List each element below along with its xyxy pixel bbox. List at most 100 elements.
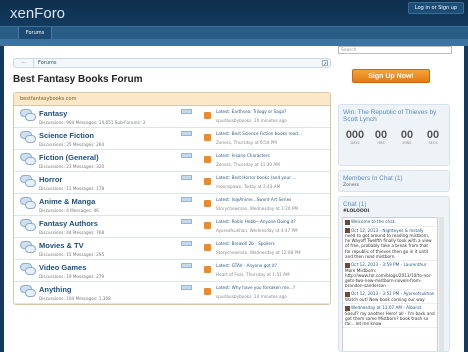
forum-row: Movies & TV Discussions: 15 Messages: 295… — [14, 238, 330, 260]
breadcrumb-forums[interactable]: Forums — [38, 59, 56, 67]
chat-message: Welcome to the chat. — [343, 218, 437, 227]
countdown-block: Win: The Republic of Thieves by Scott Ly… — [338, 104, 450, 166]
chat-message-body: need to get around to reading mistborn, … — [345, 233, 432, 259]
forum-stats: Discussions: 25 Messages: 264 — [39, 142, 105, 147]
new-posts-icon[interactable] — [181, 109, 192, 114]
jump-to-icon[interactable]: ↗ — [322, 60, 328, 66]
forum-bubbles-icon — [20, 131, 36, 143]
chat-message: Wednesday at 11:07 AM - Albarat Sasuf? my… — [343, 304, 437, 329]
chat-message-body: Watch out! New book coming our way — [345, 296, 425, 302]
forum-bubbles-icon — [20, 285, 36, 297]
latest-thread-link[interactable]: Latest: Best Horror books (and your ... — [216, 175, 328, 180]
latest-thread-link[interactable]: Latest: Robin Hobb—Anyone Doing it? — [216, 219, 328, 224]
user-avatar-icon[interactable] — [345, 305, 350, 311]
breadcrumb: ... Forums ↗ — [13, 58, 331, 68]
rss-icon[interactable] — [204, 112, 211, 119]
rss-icon[interactable] — [204, 266, 211, 273]
members-in-chat-block: Members In Chat (1) Zoness — [338, 170, 450, 192]
countdown-hours: 00 HRS — [374, 129, 388, 145]
countdown-minutes: 00 MINS — [400, 129, 414, 145]
forum-stats: Discussions: 904 Messages: 14,651 Sub-Fo… — [39, 120, 146, 125]
forum-stats: Discussions: 23 Messages: 320 — [39, 164, 105, 169]
forum-row: Fantasy Discussions: 904 Messages: 14,651… — [14, 106, 330, 128]
forum-bubbles-icon — [20, 241, 36, 253]
forum-title-link[interactable]: Anything — [39, 285, 72, 294]
latest-thread-link[interactable]: Latest: Breakill 2b - Spoilers — [216, 241, 328, 246]
latest-thread-meta: spurlbusbybooks, 14 minutes ago — [216, 294, 287, 299]
tab-forums[interactable]: Forums — [18, 27, 52, 39]
forum-row: Anything Discussions: 104 Messages: 1,308… — [14, 282, 330, 304]
page-content: ... Forums ↗ Best Fantasy Books Forum be… — [4, 46, 464, 352]
new-posts-icon[interactable] — [181, 153, 192, 158]
forum-stats: Discussions: 4 Messages: 46 — [39, 208, 99, 213]
user-avatar-icon[interactable] — [345, 262, 350, 268]
latest-thread-link[interactable]: Latest: Insane Characters — [216, 153, 328, 158]
latest-thread-meta: Ayoreofsukhan, Wednesday at 4:47 PM — [216, 228, 298, 233]
latest-thread-meta: Storychewman, Wednesday at 1:20 PM — [216, 206, 298, 211]
forum-title-link[interactable]: Fiction (General) — [39, 153, 99, 162]
forum-bubbles-icon — [20, 153, 36, 165]
chat-messages[interactable]: Welcome to the chat. Oct 12, 2013 - Night… — [342, 217, 438, 351]
rss-icon[interactable] — [204, 156, 211, 163]
sign-up-button[interactable]: Sign Up Now! — [352, 69, 430, 83]
sub-nav-bar — [0, 39, 468, 46]
search-input[interactable]: Search — [338, 46, 452, 54]
new-posts-icon[interactable] — [181, 241, 192, 246]
chat-room-name[interactable]: #LOLOOOI — [339, 208, 449, 214]
rss-icon[interactable] — [204, 178, 211, 185]
chat-block: Chat (1) #LOLOOOI Welcome to the chat. Oc… — [338, 196, 450, 352]
chat-message-header: Oct 12, 2013 - 3:51 PM - Ayoreofsukhan — [351, 291, 435, 297]
chat-message-body: More Mistborn: http://www.tor.com/blogs/… — [345, 267, 432, 289]
user-avatar-icon[interactable] — [345, 219, 350, 225]
new-posts-icon[interactable] — [181, 131, 192, 136]
site-logo[interactable]: xenForo — [10, 5, 65, 22]
new-posts-icon[interactable] — [181, 197, 192, 202]
forum-title-link[interactable]: Fantasy — [39, 109, 67, 118]
chat-message: Oct 12, 2013 - Nighteyes & Instafy need t… — [343, 227, 437, 262]
forum-stats: Discussions: 11 Messages: 178 — [39, 186, 105, 191]
forum-row: Anime & Manga Discussions: 4 Messages: 46… — [14, 194, 330, 216]
latest-thread-link[interactable]: Latest: GTAV - Anyone got it? — [216, 263, 328, 268]
page-title: Best Fantasy Books Forum — [13, 74, 143, 85]
chat-message: Oct 12, 2013 - 3:51 PM - Ayoreofsukhan Wa… — [343, 290, 437, 305]
latest-thread-meta: spurlbusbybooks, 10 minutes ago — [216, 118, 287, 123]
rss-icon[interactable] — [204, 222, 211, 229]
rss-icon[interactable] — [204, 134, 211, 141]
chat-member[interactable]: Zoness — [339, 182, 449, 188]
latest-thread-link[interactable]: Latest: Why have you forsaken me...? — [216, 285, 328, 290]
forum-title-link[interactable]: Horror — [39, 175, 62, 184]
forum-stats: Discussions: 15 Messages: 295 — [39, 252, 105, 257]
forum-bubbles-icon — [20, 175, 36, 187]
latest-thread-meta: Heart of Fear, Thursday at 1:51 AM — [216, 272, 290, 277]
forum-bubbles-icon — [20, 109, 36, 121]
latest-thread-meta: moonspawn, Today at 2:43 AM — [216, 184, 281, 189]
rss-icon[interactable] — [204, 200, 211, 207]
forum-title-link[interactable]: Movies & TV — [39, 241, 84, 250]
forum-title-link[interactable]: Video Games — [39, 263, 86, 272]
countdown-seconds: 00 SECS — [426, 129, 440, 145]
latest-thread-link[interactable]: Latest: Is@Anime...Sword Art Series — [216, 197, 328, 202]
forum-row: Horror Discussions: 11 Messages: 178 Lates… — [14, 172, 330, 194]
latest-thread-meta: Zoness, Thursday at 6:54 PM — [216, 140, 277, 145]
rss-icon[interactable] — [204, 244, 211, 251]
chat-scrollbar[interactable] — [439, 217, 444, 351]
forum-title-link[interactable]: Fantasy Authors — [39, 219, 98, 228]
new-posts-icon[interactable] — [181, 175, 192, 180]
breadcrumb-home[interactable]: ... — [14, 59, 34, 67]
forum-stats: Discussions: 104 Messages: 1,308 — [39, 296, 111, 301]
latest-thread-link[interactable]: Latest: Best Science Fiction books read.… — [216, 131, 328, 136]
new-posts-icon[interactable] — [181, 285, 192, 290]
forum-title-link[interactable]: Anime & Manga — [39, 197, 95, 206]
chat-title: Chat (1) — [343, 201, 367, 208]
chat-message-header: Welcome to the chat. — [351, 219, 396, 224]
forum-stats: Discussions: 19 Messages: 279 — [39, 274, 105, 279]
new-posts-icon[interactable] — [181, 219, 192, 224]
top-bar: xenForo Log in or Sign up — [0, 0, 468, 26]
rss-icon[interactable] — [204, 288, 211, 295]
latest-thread-link[interactable]: Latest: Earthsea: Trilogy or Saga? — [216, 109, 328, 114]
forum-title-link[interactable]: Science Fiction — [39, 131, 94, 140]
latest-thread-meta: Zoness, Thursday at 11:30 AM — [216, 162, 280, 167]
login-signup-button[interactable]: Log in or Sign up — [408, 2, 464, 14]
new-posts-icon[interactable] — [181, 263, 192, 268]
category-header[interactable]: bestfantasybooks.com — [14, 93, 330, 106]
